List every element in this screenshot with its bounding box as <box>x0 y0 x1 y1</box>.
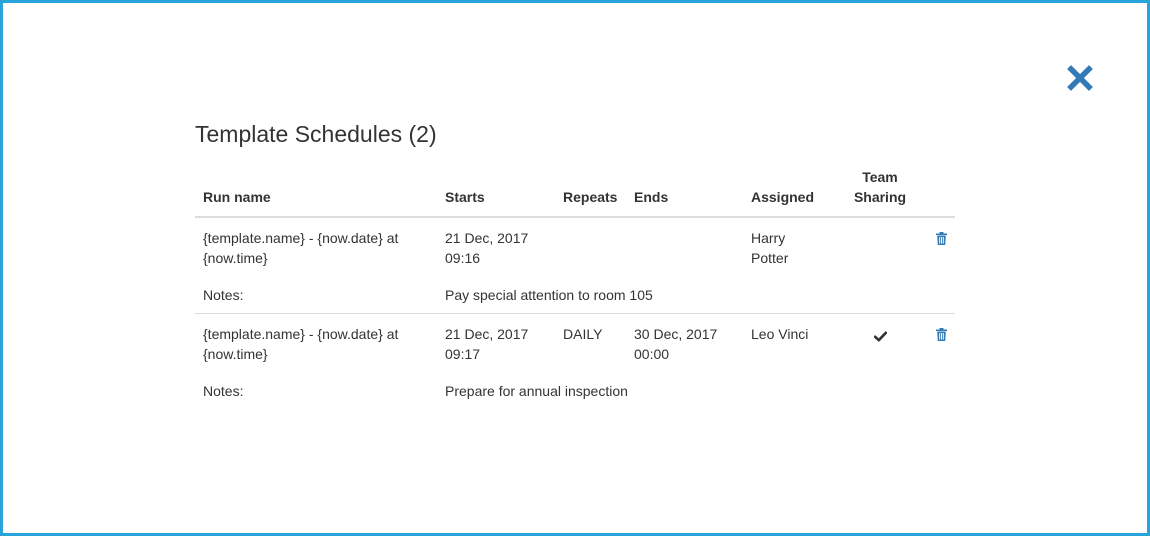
column-header-actions <box>917 167 955 218</box>
team-sharing-cell <box>843 217 917 278</box>
team-sharing-check <box>873 327 887 347</box>
column-header-run-name[interactable]: Run name <box>195 167 437 218</box>
column-header-team-sharing[interactable]: Team Sharing <box>843 167 917 218</box>
check-icon <box>873 331 887 342</box>
actions-cell <box>917 313 955 374</box>
close-button[interactable] <box>1067 65 1093 91</box>
delete-schedule-button[interactable] <box>936 230 947 250</box>
delete-schedule-button[interactable] <box>936 326 947 346</box>
assigned-cell: Harry Potter <box>743 217 843 278</box>
assigned-line1: Harry <box>751 230 786 246</box>
team-sharing-cell <box>843 313 917 374</box>
notes-label: Notes: <box>203 287 244 303</box>
trash-icon <box>936 232 947 245</box>
run-name-line2: {now.time} <box>203 346 268 362</box>
notes-text: Pay special attention to room 105 <box>445 287 653 303</box>
team-sharing-header-line2: Sharing <box>853 189 907 205</box>
notes-row: Notes: Pay special attention to room 105 <box>195 278 955 314</box>
table-row[interactable]: {template.name} - {now.date} at {now.tim… <box>195 313 955 374</box>
trash-icon <box>936 328 947 341</box>
table-row[interactable]: {template.name} - {now.date} at {now.tim… <box>195 217 955 278</box>
starts-time: 09:17 <box>445 346 481 362</box>
run-name-line2: {now.time} <box>203 250 268 266</box>
run-name-cell: {template.name} - {now.date} at {now.tim… <box>195 313 437 374</box>
run-name-line1: {template.name} - {now.date} at <box>203 326 399 342</box>
actions-cell <box>917 217 955 278</box>
notes-label: Notes: <box>203 383 244 399</box>
ends-time: 00:00 <box>634 346 670 362</box>
starts-time: 09:16 <box>445 250 481 266</box>
run-name-cell: {template.name} - {now.date} at {now.tim… <box>195 217 437 278</box>
ends-cell <box>626 217 743 278</box>
column-header-ends[interactable]: Ends <box>626 167 743 218</box>
repeats-cell: DAILY <box>555 313 626 374</box>
schedules-table: Run name Starts Repeats Ends Assigned Te… <box>195 167 955 409</box>
starts-cell: 21 Dec, 2017 09:17 <box>437 313 555 374</box>
column-header-assigned[interactable]: Assigned <box>743 167 843 218</box>
notes-row: Notes: Prepare for annual inspection <box>195 374 955 409</box>
assigned-line2: Potter <box>751 250 789 266</box>
ends-date: 30 Dec, 2017 <box>634 326 718 342</box>
template-schedules-modal: Template Schedules (2) Run name Starts R… <box>0 0 1150 536</box>
run-name-line1: {template.name} - {now.date} at <box>203 230 399 246</box>
starts-cell: 21 Dec, 2017 09:16 <box>437 217 555 278</box>
column-header-repeats[interactable]: Repeats <box>555 167 626 218</box>
team-sharing-header-line1: Team <box>862 169 898 185</box>
close-icon <box>1067 65 1093 91</box>
assigned-line1: Leo Vinci <box>751 326 809 342</box>
assigned-cell: Leo Vinci <box>743 313 843 374</box>
ends-cell: 30 Dec, 2017 00:00 <box>626 313 743 374</box>
modal-title: Template Schedules (2) <box>195 121 437 147</box>
starts-date: 21 Dec, 2017 <box>445 230 529 246</box>
column-header-starts[interactable]: Starts <box>437 167 555 218</box>
table-header-row: Run name Starts Repeats Ends Assigned Te… <box>195 167 955 218</box>
notes-text: Prepare for annual inspection <box>445 383 628 399</box>
repeats-cell <box>555 217 626 278</box>
starts-date: 21 Dec, 2017 <box>445 326 529 342</box>
